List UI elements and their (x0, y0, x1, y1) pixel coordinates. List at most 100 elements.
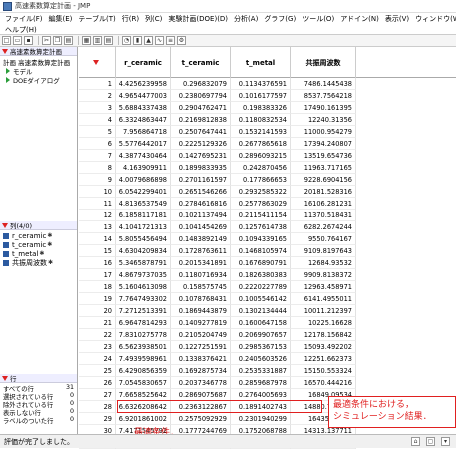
table-row[interactable]: 15 4.6304209834 0.1728763611 0.1468105974 91… (79, 245, 456, 258)
table-icon[interactable]: ▦ (82, 36, 91, 45)
menu-item[interactable]: テーブル(T) (75, 14, 118, 24)
table-cell[interactable]: 0.158575745 (171, 281, 231, 294)
table-cell[interactable]: 12251.662373 (291, 352, 356, 365)
column-item[interactable]: r_ceramic ✱ (0, 231, 77, 240)
table-cell[interactable]: 12178.156842 (291, 328, 356, 341)
table-cell[interactable]: 9228.6904156 (291, 173, 356, 186)
row-icon[interactable]: ▤ (104, 36, 113, 45)
table-cell[interactable]: 5.1604613098 (116, 281, 171, 294)
table-cell[interactable]: 6141.4955011 (291, 293, 356, 306)
table-row[interactable]: 11 4.8136537549 0.2784616816 0.2577863029 16… (79, 197, 456, 210)
table-cell[interactable]: 0.1826380383 (231, 269, 291, 282)
column-header[interactable]: r_ceramic (116, 47, 171, 78)
expand-arrow-icon[interactable] (6, 67, 10, 74)
table-cell[interactable]: 0.1676890791 (231, 257, 291, 270)
table-row[interactable]: 8 4.163909911 0.1899833935 0.242870456 11963… (79, 161, 456, 174)
table-cell[interactable]: 0.2859687978 (231, 376, 291, 389)
row-number[interactable]: 25 (79, 364, 116, 377)
table-cell[interactable]: 0.1468105974 (231, 245, 291, 258)
column-property-icon[interactable]: ✱ (47, 232, 52, 239)
table-row[interactable]: 24 7.4939598961 0.1338376421 0.2405603526 12… (79, 352, 456, 365)
table-cell[interactable]: 0.2577863029 (231, 197, 291, 210)
row-number[interactable]: 16 (79, 257, 116, 270)
row-number[interactable]: 12 (79, 209, 116, 222)
table-cell[interactable]: 0.1338376421 (171, 352, 231, 365)
row-number[interactable]: 9 (79, 173, 116, 186)
row-number[interactable]: 22 (79, 328, 116, 341)
table-cell[interactable]: 15150.553324 (291, 364, 356, 377)
menu-item[interactable]: ファイル(F) (2, 14, 46, 24)
table-cell[interactable]: 20181.528316 (291, 185, 356, 198)
table-cell[interactable]: 0.1409277819 (171, 317, 231, 329)
table-row[interactable]: 17 4.8679737035 0.1180716934 0.1826380383 99… (79, 269, 456, 282)
table-cell[interactable]: 6.3324863447 (116, 113, 171, 126)
table-row[interactable]: 12 6.1858117181 0.1021137494 0.2115411154 11… (79, 209, 456, 222)
table-cell[interactable]: 0.242870456 (231, 161, 291, 174)
menu-item[interactable]: 実験計画(DOE)(D) (165, 14, 231, 24)
table-row[interactable]: 21 6.9647814293 0.1409277819 0.1600647158 10… (79, 317, 456, 329)
table-cell[interactable]: 7.7647493302 (116, 293, 171, 306)
table-cell[interactable]: 9909.8138372 (291, 269, 356, 282)
table-cell[interactable]: 0.2225129326 (171, 137, 231, 150)
table-cell[interactable]: 16570.444216 (291, 376, 356, 389)
row-number[interactable]: 8 (79, 161, 116, 174)
red-triangle-menu-icon[interactable] (2, 222, 8, 228)
row-number[interactable]: 10 (79, 185, 116, 198)
table-cell[interactable]: 0.1094339165 (231, 233, 291, 246)
table-row[interactable]: 20 7.2712513391 0.1869443879 0.1302134444 10… (79, 305, 456, 318)
settings-icon[interactable]: ⚙ (177, 36, 186, 45)
table-cell[interactable]: 6282.2674244 (291, 221, 356, 234)
table-row[interactable]: 5 7.956864718 0.2507647441 0.1532141593 1100… (79, 125, 456, 138)
table-cell[interactable]: 6.5623938501 (116, 340, 171, 353)
table-cell[interactable]: 7486.1445438 (291, 78, 356, 90)
table-cell[interactable]: 0.2896093215 (231, 149, 291, 162)
menu-item[interactable]: 編集(E) (46, 14, 76, 24)
table-row[interactable]: 13 4.1041721313 0.1041454269 0.1257614738 62… (79, 221, 456, 234)
table-cell[interactable]: 0.1427695231 (171, 149, 231, 162)
chart-icon[interactable]: ◔ (122, 36, 131, 45)
new-file-icon[interactable]: □ (2, 36, 11, 45)
save-icon[interactable]: ▪ (24, 36, 33, 45)
table-cell[interactable]: 9550.764167 (291, 233, 356, 246)
row-number[interactable]: 27 (79, 388, 116, 401)
table-cell[interactable]: 4.6304209834 (116, 245, 171, 258)
table-cell[interactable]: 0.2904762471 (171, 101, 231, 114)
table-cell[interactable]: 0.2507647441 (171, 125, 231, 138)
column-property-icon[interactable]: ✱ (47, 241, 52, 248)
table-cell[interactable]: 4.0079686898 (116, 173, 171, 186)
script-icon[interactable]: ≡ (166, 36, 175, 45)
table-cell[interactable]: 17394.240807 (291, 137, 356, 150)
table-cell[interactable]: 0.2701161597 (171, 173, 231, 186)
table-cell[interactable]: 0.177866653 (231, 173, 291, 186)
grid-corner[interactable] (79, 47, 116, 78)
table-cell[interactable]: 0.1692875734 (171, 364, 231, 377)
table-row[interactable]: 26 7.0545830657 0.2037346778 0.2859687978 16… (79, 376, 456, 389)
row-number[interactable]: 29 (79, 412, 116, 425)
table-cell[interactable]: 6.4290856359 (116, 364, 171, 377)
table-cell[interactable]: 4.8679737035 (116, 269, 171, 282)
table-cell[interactable]: 0.2220227789 (231, 281, 291, 294)
table-cell[interactable]: 6.9647814293 (116, 317, 171, 329)
row-number[interactable]: 6 (79, 137, 116, 150)
table-cell[interactable]: 16106.281231 (291, 197, 356, 210)
distribution-icon[interactable]: ▲ (144, 36, 153, 45)
menu-item[interactable]: アドイン(N) (337, 14, 382, 24)
table-cell[interactable]: 0.1483892149 (171, 233, 231, 246)
table-cell[interactable]: 4.8136537549 (116, 197, 171, 210)
table-cell[interactable]: 0.1600647158 (231, 317, 291, 329)
table-cell[interactable]: 4.4256239958 (116, 78, 171, 90)
table-panel-header[interactable]: 高速素数算定計画 (0, 47, 77, 56)
table-cell[interactable]: 0.1899833935 (171, 161, 231, 174)
table-cell[interactable]: 17490.161395 (291, 101, 356, 114)
tree-item[interactable]: DOEダイアログ (0, 75, 77, 85)
row-number[interactable]: 23 (79, 340, 116, 353)
table-row[interactable]: 25 6.4290856359 0.1692875734 0.2535331887 15… (79, 364, 456, 377)
table-cell[interactable]: 15093.492202 (291, 340, 356, 353)
table-row[interactable]: 2 4.9654477003 0.2380697794 0.1016177597 853… (79, 89, 456, 102)
dropdown-icon[interactable]: ▾ (441, 437, 450, 446)
expand-arrow-icon[interactable] (6, 76, 10, 83)
table-cell[interactable]: 10011.212397 (291, 305, 356, 318)
rows-panel-header[interactable]: 行 (0, 374, 77, 383)
menu-item[interactable]: 行(R) (119, 14, 142, 24)
table-row[interactable]: 6 5.5776442017 0.2225129326 0.2677865618 173… (79, 137, 456, 150)
